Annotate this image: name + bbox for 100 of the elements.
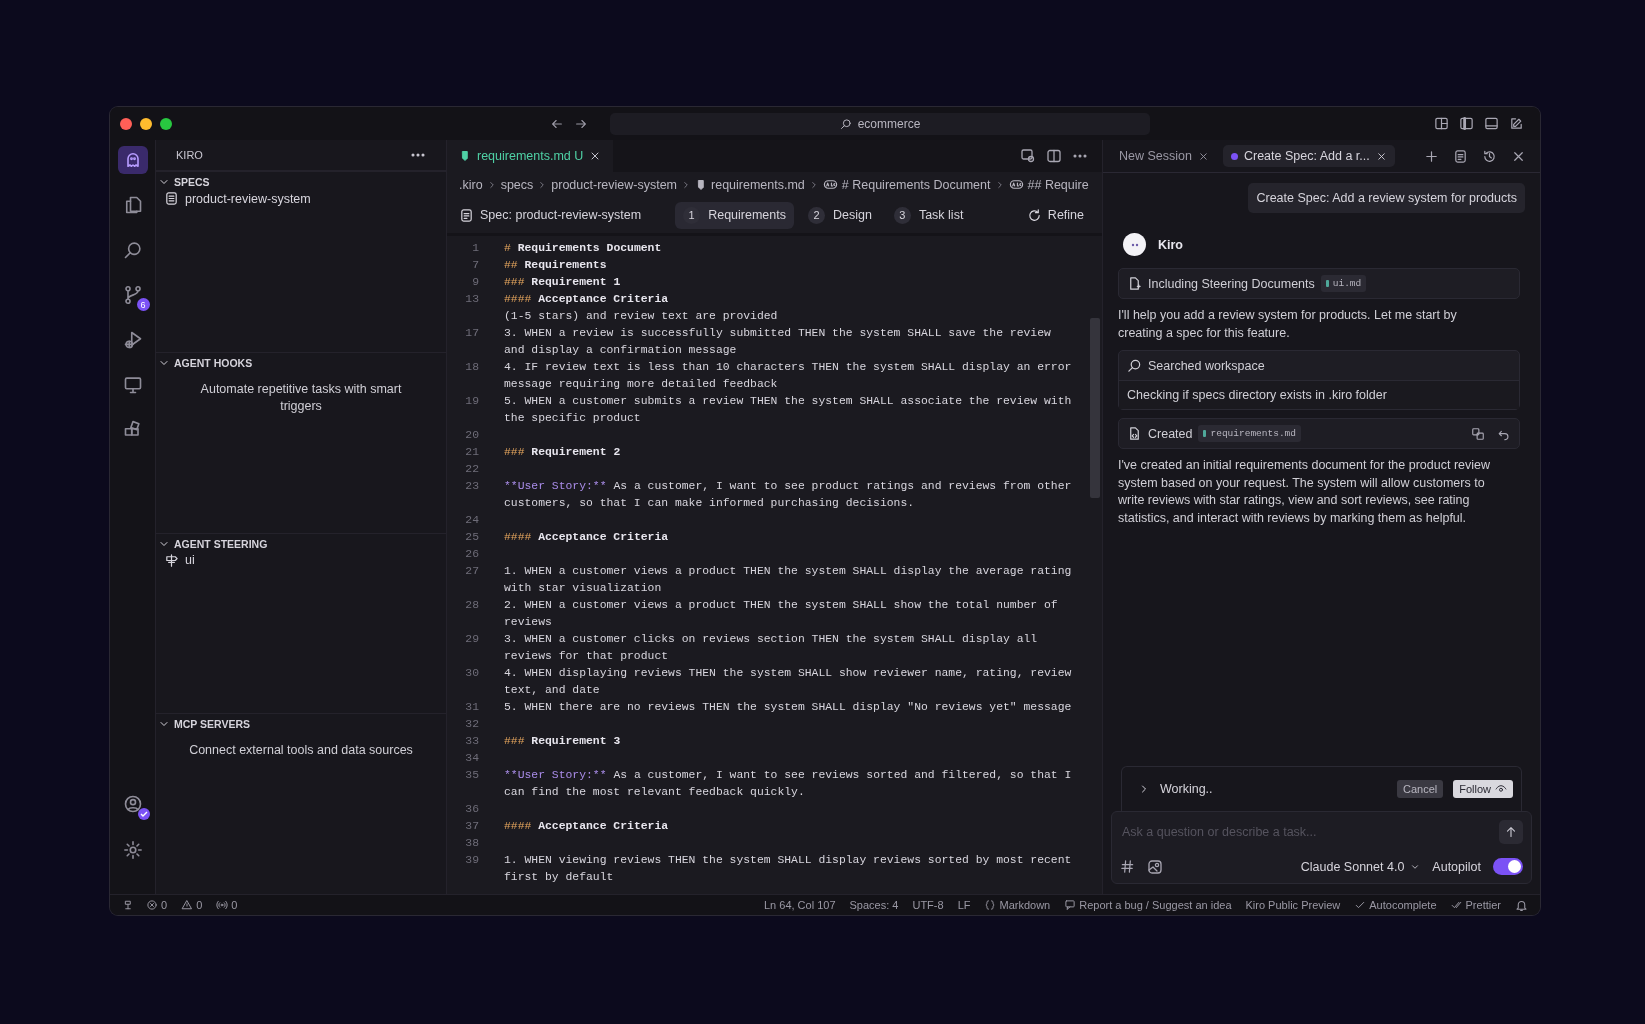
status-item[interactable]: Report a bug / Suggest an idea	[1064, 899, 1232, 911]
run-debug-icon	[122, 330, 143, 350]
code-line: 1. WHEN a customer views a product THEN the system SHALL display the average rating with star visualization	[504, 564, 1073, 596]
hash-icon[interactable]	[1120, 859, 1135, 874]
status-item[interactable]: 0	[216, 899, 238, 911]
preview-icon[interactable]	[1020, 148, 1036, 164]
symbol-icon	[1008, 177, 1024, 192]
compare-icon[interactable]	[1471, 426, 1485, 441]
notes-icon[interactable]	[1453, 148, 1468, 164]
remote-icon[interactable]	[122, 899, 134, 911]
panel-title: KIRO	[176, 149, 203, 161]
editor-tab[interactable]: requirements.md U	[447, 140, 614, 172]
history-icon[interactable]	[1482, 148, 1497, 164]
status-item[interactable]: Prettier	[1450, 899, 1501, 911]
breadcrumb-item[interactable]: specs	[500, 177, 534, 192]
section-header[interactable]: SPECS	[156, 172, 446, 186]
status-item[interactable]: Markdown	[984, 899, 1051, 911]
status-item[interactable]: UTF-8	[912, 899, 944, 911]
tool-label: Including Steering Documents	[1148, 276, 1315, 291]
file-chip[interactable]: requirements.md	[1198, 425, 1301, 442]
close-icon[interactable]	[1197, 150, 1209, 162]
line-number: 38	[464, 836, 479, 851]
status-item[interactable]: Ln 64, Col 107	[763, 899, 836, 911]
line-number: 32	[464, 717, 479, 732]
refine-button[interactable]: Refine	[1020, 206, 1090, 224]
section-header[interactable]: AGENT HOOKS	[156, 352, 446, 367]
code-line: 1. WHEN viewing reviews THEN the system SHALL display reviews sorted by most recent first by default	[504, 853, 1073, 885]
toggle-panel-icon[interactable]	[1484, 116, 1499, 131]
code-line: # Requirements Document	[504, 241, 663, 256]
status-item[interactable]: 0	[181, 899, 203, 911]
autopilot-toggle[interactable]	[1493, 858, 1523, 875]
line-number: 31	[464, 700, 479, 715]
step-tab[interactable]: 3 Task list	[885, 201, 972, 229]
model-selector[interactable]: Claude Sonnet 4.0	[1300, 859, 1421, 874]
tree-item[interactable]: ui	[156, 547, 446, 568]
refresh-icon	[1026, 207, 1042, 223]
code-line: #### Acceptance Criteria	[504, 292, 670, 307]
code-line: (1-5 stars) and review text are provided	[504, 309, 779, 324]
image-icon[interactable]	[1147, 858, 1163, 875]
status-item[interactable]: Autocomplete	[1354, 899, 1437, 911]
ghost-button[interactable]	[117, 146, 148, 174]
minimize-window-button[interactable]	[140, 117, 152, 130]
command-search-field[interactable]: ecommerce	[610, 112, 1150, 135]
session-tab[interactable]: Create Spec: Add a r...	[1222, 145, 1395, 167]
tool-label: Created	[1148, 426, 1193, 441]
status-item[interactable]: LF	[957, 899, 971, 911]
account-icon	[122, 794, 143, 814]
steering-document-icon	[1127, 276, 1142, 291]
chevron-right-icon	[681, 179, 691, 190]
breadcrumb-item[interactable]: requirements.md	[695, 177, 805, 192]
breadcrumb-item[interactable]: # Requirements Document	[822, 177, 991, 192]
code-line: 5. WHEN there are no reviews THEN the system SHALL display "No reviews yet" message	[504, 700, 1073, 715]
code-line: **User Story:** As a customer, I want to see product ratings and reviews from other customers, so that I can make informed purchasing decisions.	[504, 479, 1073, 511]
close-window-button[interactable]	[120, 117, 132, 130]
plus-icon[interactable]	[1424, 148, 1439, 164]
tree-item[interactable]: product-review-system	[156, 186, 446, 206]
session-tab[interactable]: New Session	[1111, 145, 1217, 167]
breadcrumb-item[interactable]: ## Require	[1008, 177, 1089, 192]
close-icon[interactable]	[1375, 150, 1387, 162]
section-header[interactable]: AGENT STEERING	[156, 533, 446, 548]
file-chip[interactable]: ui.md	[1320, 275, 1367, 292]
step-tab[interactable]: 2 Design	[800, 201, 880, 229]
source-control-icon	[122, 285, 143, 305]
braces-icon	[984, 899, 997, 911]
code-line: ### Requirement 1	[504, 275, 622, 290]
line-number: 39	[464, 853, 479, 868]
symbol-icon	[822, 177, 838, 192]
line-number: 33	[464, 734, 479, 749]
follow-button[interactable]: Follow	[1453, 780, 1513, 798]
line-number: 28	[464, 598, 479, 613]
toggle-sidebar-icon[interactable]	[1459, 116, 1474, 131]
send-button[interactable]	[1499, 820, 1523, 844]
status-item[interactable]: 0	[146, 899, 168, 911]
status-item[interactable]: Spaces: 4	[849, 899, 899, 911]
notes-icon	[459, 207, 474, 223]
code-line: 5. WHEN a customer submits a review THEN the system SHALL associate the review with the specific product	[504, 394, 1073, 426]
line-number: 36	[464, 802, 479, 817]
step-tab[interactable]: 1 Requirements	[675, 201, 794, 229]
code-line: 2. WHEN a customer views a product THEN the system SHALL show the total number of reviews	[504, 598, 1059, 630]
line-number: 30	[464, 666, 479, 681]
split-editor-icon[interactable]	[1046, 148, 1062, 164]
scrollbar-thumb[interactable]	[1090, 318, 1100, 498]
bell-icon[interactable]	[1515, 898, 1528, 912]
maximize-window-button[interactable]	[160, 117, 172, 130]
document-icon	[164, 191, 179, 206]
breadcrumb-item[interactable]: product-review-system	[551, 177, 677, 192]
code-line: **User Story:** As a customer, I want to see reviews sorted and filtered, so that I can find the most relevant feedback quickly.	[504, 768, 1073, 800]
breadcrumb-item[interactable]: .kiro	[459, 177, 483, 192]
edit-icon[interactable]	[1509, 116, 1524, 131]
line-number: 35	[464, 768, 479, 783]
avatar	[1123, 233, 1146, 256]
line-number: 29	[464, 632, 479, 647]
layout-icon[interactable]	[1434, 116, 1449, 131]
status-item[interactable]: Kiro Public Preview	[1245, 899, 1341, 911]
markdown-file-icon	[459, 150, 471, 162]
user-message: Create Spec: Add a review system for products	[1248, 183, 1525, 213]
source-control-button[interactable]: 6	[117, 281, 148, 309]
cancel-button[interactable]: Cancel	[1396, 780, 1444, 798]
section-header[interactable]: MCP SERVERS	[156, 714, 446, 729]
code-line: ## Requirements	[504, 258, 608, 273]
